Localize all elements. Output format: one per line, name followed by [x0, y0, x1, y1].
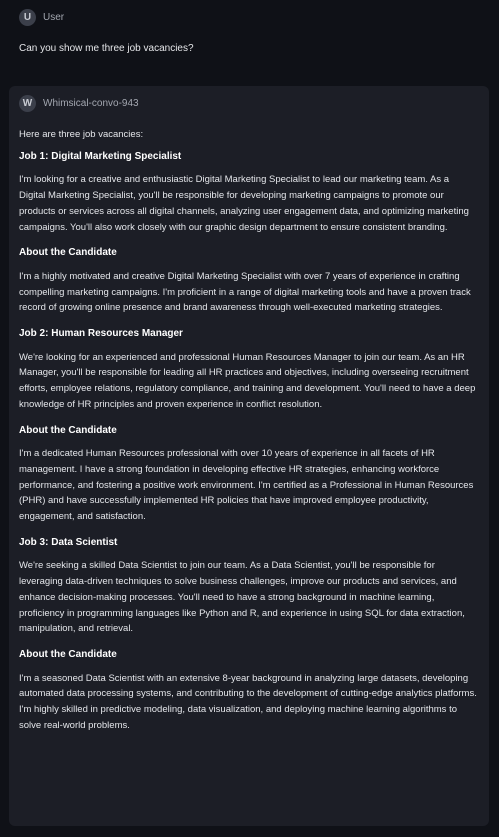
assistant-intro: Here are three job vacancies:: [19, 129, 144, 140]
user-message-text: Can you show me three job vacancies?: [19, 43, 194, 54]
section-body: We're seeking a skilled Data Scientist t…: [19, 560, 465, 635]
assistant-message-header: W Whimsical-convo-943: [19, 95, 478, 112]
user-message-header: U User: [19, 9, 479, 26]
section-body: I'm a dedicated Human Resources professi…: [19, 448, 474, 523]
section-body: I'm a highly motivated and creative Digi…: [19, 270, 471, 314]
user-author-name: User: [43, 12, 65, 23]
assistant-author-name: Whimsical-convo-943: [43, 98, 139, 109]
section-heading: Job 3: Data Scientist: [19, 536, 118, 548]
assistant-avatar: W: [19, 95, 36, 112]
section-heading: Job 1: Digital Marketing Specialist: [19, 150, 182, 162]
assistant-message-body: Here are three job vacancies: Job 1: Dig…: [19, 127, 478, 734]
section-body: We're looking for an experienced and pro…: [19, 351, 476, 410]
section-heading: About the Candidate: [19, 648, 117, 660]
section-body: I'm looking for a creative and enthusias…: [19, 174, 469, 233]
assistant-message: W Whimsical-convo-943 Here are three job…: [9, 86, 489, 826]
chat-page: U User Can you show me three job vacanci…: [0, 0, 499, 837]
section-heading: About the Candidate: [19, 424, 117, 436]
user-avatar: U: [19, 9, 36, 26]
user-message: U User Can you show me three job vacanci…: [19, 9, 479, 56]
section-body: I'm a seasoned Data Scientist with an ex…: [19, 672, 477, 731]
section-heading: Job 2: Human Resources Manager: [19, 328, 183, 340]
section-heading: About the Candidate: [19, 247, 117, 259]
